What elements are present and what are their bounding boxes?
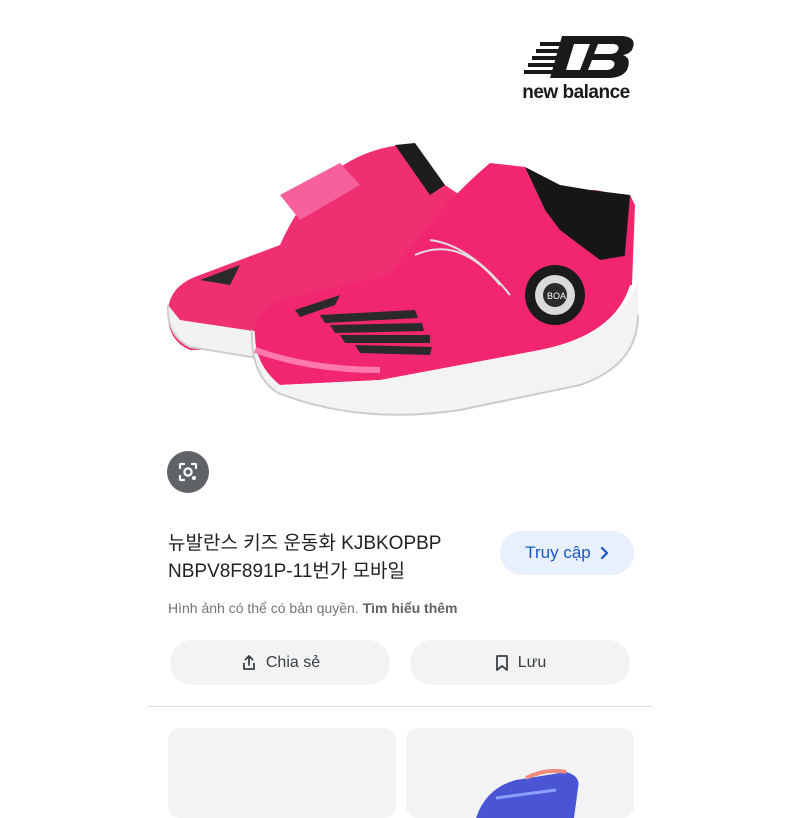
product-image[interactable]: BOA (160, 135, 650, 435)
chevron-right-icon (600, 546, 608, 560)
pink-sneakers-illustration: BOA (166, 143, 639, 416)
google-lens-icon[interactable] (167, 451, 209, 493)
copyright-notice: Hình ảnh có thể có bản quyền. Tìm hiểu t… (168, 600, 638, 616)
save-button-label: Lưu (517, 653, 547, 671)
share-icon (242, 654, 255, 670)
copyright-text: Hình ảnh có thể có bản quyền. (168, 600, 359, 616)
learn-more-link[interactable]: Tìm hiểu thêm (363, 600, 458, 616)
result-title-line1: 뉴발란스 키즈 운동화 KJBKOPBP (168, 533, 442, 554)
result-title-line2: NBPV8F891P-11번가 모바일 (168, 561, 406, 582)
share-button[interactable]: Chia sẻ (170, 640, 390, 685)
share-button-label: Chia sẻ (265, 653, 321, 671)
new-balance-nb-mark (524, 36, 634, 78)
related-result-card[interactable] (168, 728, 396, 818)
divider (148, 706, 652, 707)
lens-glyph (178, 462, 198, 482)
visit-button-label: Truy cập (525, 543, 591, 562)
result-title[interactable]: 뉴발란스 키즈 운동화 KJBKOPBP NBPV8F891P-11번가 모바일 (168, 530, 488, 586)
brand-logo: new balance (510, 30, 642, 106)
brand-wordmark: new balance (522, 82, 630, 103)
svg-text:BOA: BOA (547, 291, 566, 301)
related-shoe-thumbnail (476, 768, 579, 818)
bookmark-icon (495, 654, 508, 671)
save-button[interactable]: Lưu (410, 640, 630, 685)
visit-button[interactable]: Truy cập (500, 531, 634, 575)
related-result-card[interactable] (406, 728, 634, 818)
